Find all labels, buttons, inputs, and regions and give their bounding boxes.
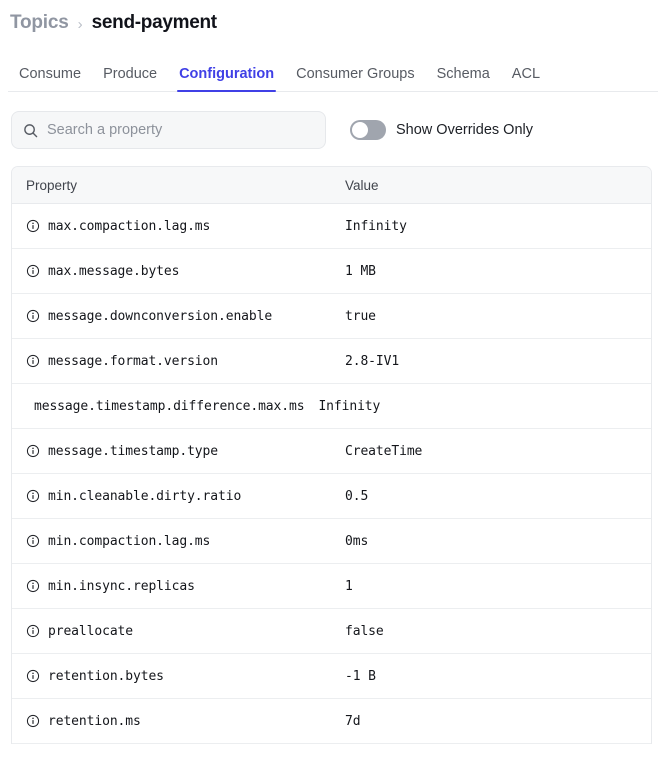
- property-name: message.downconversion.enable: [48, 308, 273, 324]
- table-row[interactable]: min.cleanable.dirty.ratio 0.5: [12, 474, 651, 519]
- show-overrides-toggle-group[interactable]: Show Overrides Only: [350, 120, 533, 140]
- property-name: retention.ms: [48, 713, 141, 729]
- property-cell: min.cleanable.dirty.ratio: [12, 489, 345, 504]
- property-value: 7d: [345, 713, 361, 729]
- table-row[interactable]: retention.bytes -1 B: [12, 654, 651, 699]
- show-overrides-label: Show Overrides Only: [396, 122, 533, 138]
- info-circle-icon[interactable]: [26, 309, 40, 323]
- property-name: preallocate: [48, 623, 133, 639]
- table-header-row: Property Value: [12, 167, 651, 204]
- show-overrides-toggle[interactable]: [350, 120, 386, 140]
- table-row[interactable]: preallocate false: [12, 609, 651, 654]
- property-name: max.message.bytes: [48, 263, 180, 279]
- property-cell: min.compaction.lag.ms: [12, 534, 345, 549]
- breadcrumb: Topics › send-payment: [0, 0, 658, 34]
- page-title: send-payment: [91, 12, 218, 33]
- breadcrumb-topics-link[interactable]: Topics: [10, 12, 69, 34]
- topic-configuration-page: Topics › send-payment Consume Produce Co…: [0, 0, 658, 764]
- search-icon: [23, 123, 38, 138]
- property-cell: max.message.bytes: [12, 264, 345, 279]
- tab-schema[interactable]: Schema: [426, 66, 501, 92]
- property-cell: message.downconversion.enable: [12, 309, 345, 324]
- property-cell: message.timestamp.difference.max.ms: [12, 399, 312, 414]
- property-value: 0ms: [345, 533, 369, 549]
- property-cell: retention.bytes: [12, 669, 345, 684]
- info-circle-icon[interactable]: [26, 489, 40, 503]
- tab-acl[interactable]: ACL: [501, 66, 551, 92]
- property-name: min.cleanable.dirty.ratio: [48, 488, 242, 504]
- info-circle-icon[interactable]: [26, 714, 40, 728]
- info-circle-icon[interactable]: [26, 624, 40, 638]
- breadcrumb-separator-icon: ›: [77, 15, 83, 33]
- property-value: CreateTime: [345, 443, 423, 459]
- property-value: false: [345, 623, 384, 639]
- filter-bar: Show Overrides Only: [0, 111, 658, 149]
- property-value: 0.5: [345, 488, 369, 504]
- toggle-knob: [352, 122, 368, 138]
- property-name: message.format.version: [48, 353, 218, 369]
- property-value: Infinity: [345, 218, 407, 234]
- property-cell: preallocate: [12, 624, 345, 639]
- table-row[interactable]: message.downconversion.enable true: [12, 294, 651, 339]
- table-row[interactable]: message.format.version 2.8-IV1: [12, 339, 651, 384]
- table-row[interactable]: message.timestamp.type CreateTime: [12, 429, 651, 474]
- property-cell: max.compaction.lag.ms: [12, 219, 345, 234]
- property-name: retention.bytes: [48, 668, 164, 684]
- property-cell: min.insync.replicas: [12, 579, 345, 594]
- table-row[interactable]: message.timestamp.difference.max.ms Infi…: [12, 384, 651, 429]
- info-circle-icon[interactable]: [26, 219, 40, 233]
- tab-bar: Consume Produce Configuration Consumer G…: [0, 59, 658, 92]
- property-name: message.timestamp.difference.max.ms: [34, 398, 305, 414]
- property-name: message.timestamp.type: [48, 443, 218, 459]
- search-input[interactable]: [47, 122, 314, 138]
- info-circle-icon[interactable]: [26, 534, 40, 548]
- info-circle-icon[interactable]: [26, 669, 40, 683]
- property-name: min.compaction.lag.ms: [48, 533, 211, 549]
- info-circle-icon[interactable]: [26, 579, 40, 593]
- configuration-table: Property Value max.compaction.lag.ms Inf…: [11, 166, 652, 744]
- tab-consume[interactable]: Consume: [8, 66, 92, 92]
- tab-produce[interactable]: Produce: [92, 66, 168, 92]
- column-header-property: Property: [26, 177, 78, 193]
- property-name: min.insync.replicas: [48, 578, 195, 594]
- property-cell: message.timestamp.type: [12, 444, 345, 459]
- table-row[interactable]: retention.ms 7d: [12, 699, 651, 744]
- property-value: Infinity: [318, 398, 381, 414]
- table-row[interactable]: min.insync.replicas 1: [12, 564, 651, 609]
- search-box[interactable]: [11, 111, 326, 149]
- property-cell: message.format.version: [12, 354, 345, 369]
- property-value: true: [345, 308, 376, 324]
- table-row[interactable]: max.message.bytes 1 MB: [12, 249, 651, 294]
- table-row[interactable]: max.compaction.lag.ms Infinity: [12, 204, 651, 249]
- property-name: max.compaction.lag.ms: [48, 218, 211, 234]
- tab-consumer-groups[interactable]: Consumer Groups: [285, 66, 425, 92]
- column-header-value: Value: [345, 177, 379, 193]
- property-cell: retention.ms: [12, 714, 345, 729]
- table-row[interactable]: min.compaction.lag.ms 0ms: [12, 519, 651, 564]
- tab-configuration[interactable]: Configuration: [168, 66, 285, 92]
- property-value: 1: [345, 578, 353, 594]
- property-value: -1 B: [345, 668, 376, 684]
- property-value: 2.8-IV1: [345, 353, 400, 369]
- info-circle-icon[interactable]: [26, 444, 40, 458]
- property-value: 1 MB: [345, 263, 376, 279]
- info-circle-icon[interactable]: [26, 354, 40, 368]
- info-circle-icon[interactable]: [26, 264, 40, 278]
